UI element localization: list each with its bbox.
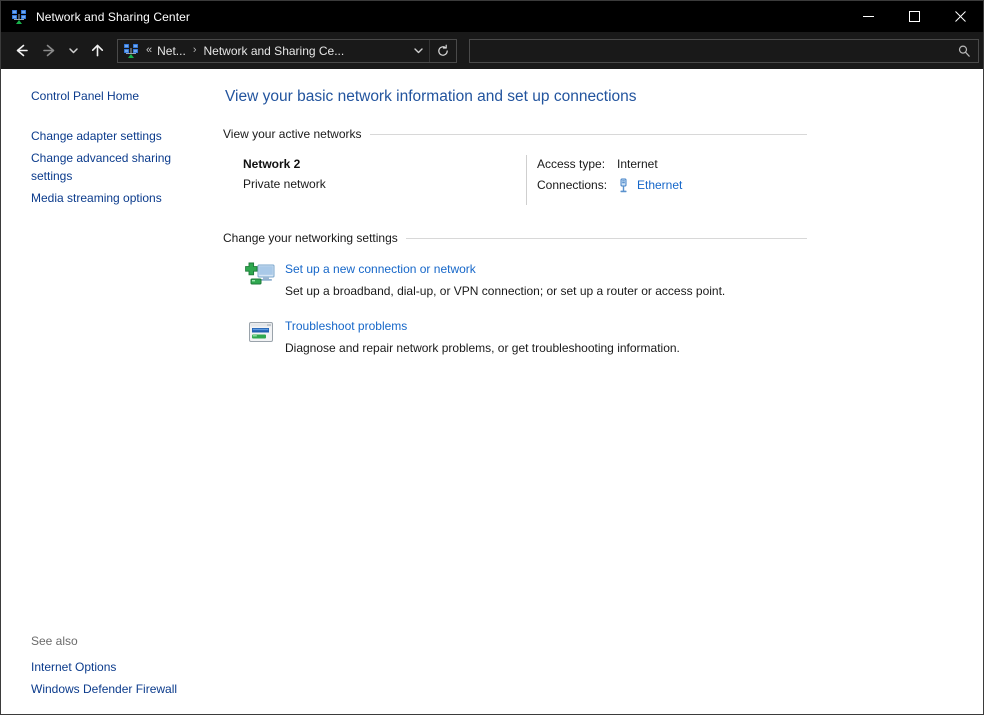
see-also-item-windows-defender-firewall[interactable]: Windows Defender Firewall xyxy=(1,678,215,700)
search-input[interactable] xyxy=(478,43,956,58)
breadcrumb-network-icon xyxy=(123,43,139,59)
sidebar-item-media-streaming-options[interactable]: Media streaming options xyxy=(1,187,215,209)
active-networks-group: View your active networks Network 2 Priv… xyxy=(223,127,807,205)
set-up-new-connection-link[interactable]: Set up a new connection or network xyxy=(285,261,476,278)
up-button[interactable] xyxy=(83,36,111,66)
recent-locations-button[interactable] xyxy=(63,36,83,66)
sidebar: Control Panel Home Change adapter settin… xyxy=(1,69,223,714)
task-body: Troubleshoot problems Diagnose and repai… xyxy=(285,316,680,357)
search-icon[interactable] xyxy=(956,43,972,59)
see-also-section: See also Internet Options Windows Defend… xyxy=(1,630,223,700)
network-sharing-center-window: Network and Sharing Center « Net... › Ne… xyxy=(0,0,984,715)
forward-button[interactable] xyxy=(35,36,63,66)
network-property-access-type: Access type: Internet xyxy=(537,155,807,173)
back-button[interactable] xyxy=(7,36,35,66)
breadcrumb-item-1[interactable]: Network and Sharing Ce... xyxy=(201,44,346,58)
window-title: Network and Sharing Center xyxy=(36,9,191,24)
sidebar-item-control-panel-home[interactable]: Control Panel Home xyxy=(1,85,215,107)
networking-settings-header-label: Change your networking settings xyxy=(223,231,398,245)
see-also-title: See also xyxy=(31,634,78,648)
network-type: Private network xyxy=(243,177,326,191)
troubleshoot-problems-description: Diagnose and repair network problems, or… xyxy=(285,341,680,355)
sidebar-item-change-adapter-settings[interactable]: Change adapter settings xyxy=(1,125,215,147)
troubleshoot-icon xyxy=(245,316,277,348)
sidebar-item-change-advanced-sharing-settings[interactable]: Change advanced sharing settings xyxy=(1,147,215,187)
search-box[interactable] xyxy=(469,38,979,63)
access-type-value: Internet xyxy=(617,157,658,171)
breadcrumb-separator-0[interactable]: › xyxy=(188,45,202,56)
page-title: View your basic network information and … xyxy=(225,88,637,105)
network-properties: Access type: Internet Connections: Ether… xyxy=(527,155,807,197)
set-up-new-connection-description: Set up a broadband, dial-up, or VPN conn… xyxy=(285,284,726,298)
network-sharing-icon xyxy=(11,9,27,25)
access-type-label: Access type: xyxy=(537,157,606,171)
task-set-up-new-connection[interactable]: Set up a new connection or network Set u… xyxy=(223,259,807,300)
troubleshoot-problems-link[interactable]: Troubleshoot problems xyxy=(285,318,407,335)
content-area: Control Panel Home Change adapter settin… xyxy=(1,69,983,714)
refresh-icon[interactable] xyxy=(429,39,456,62)
network-property-connections: Connections: Ethernet xyxy=(537,176,807,194)
active-network-row: Network 2 Private network Access type: I… xyxy=(223,155,807,205)
maximize-button[interactable] xyxy=(891,1,937,32)
section-divider xyxy=(405,237,807,239)
minimize-button[interactable] xyxy=(845,1,891,32)
networking-settings-group: Change your networking settings Set up a… xyxy=(223,231,807,357)
connections-label: Connections: xyxy=(537,178,608,192)
breadcrumb-overflow-button[interactable]: « xyxy=(143,45,155,56)
section-divider xyxy=(369,133,807,135)
window-controls xyxy=(845,1,983,32)
see-also-item-internet-options[interactable]: Internet Options xyxy=(1,656,215,678)
new-connection-icon xyxy=(245,259,277,291)
active-networks-header: View your active networks xyxy=(223,127,807,141)
active-networks-header-label: View your active networks xyxy=(223,127,362,141)
breadcrumb-item-0[interactable]: Net... xyxy=(155,44,188,58)
network-name: Network 2 xyxy=(243,157,301,171)
main-pane: View your basic network information and … xyxy=(223,69,983,714)
task-body: Set up a new connection or network Set u… xyxy=(285,259,725,300)
ethernet-icon xyxy=(617,177,631,193)
network-identity: Network 2 Private network xyxy=(243,155,526,193)
networking-settings-header: Change your networking settings xyxy=(223,231,807,245)
connections-value-ethernet-link[interactable]: Ethernet xyxy=(637,176,682,194)
navigation-bar: « Net... › Network and Sharing Ce... xyxy=(1,32,983,69)
chevron-down-icon[interactable] xyxy=(407,40,429,62)
address-bar[interactable]: « Net... › Network and Sharing Ce... xyxy=(117,38,457,63)
title-bar: Network and Sharing Center xyxy=(1,1,983,32)
task-troubleshoot-problems[interactable]: Troubleshoot problems Diagnose and repai… xyxy=(223,316,807,357)
close-button[interactable] xyxy=(937,1,983,32)
